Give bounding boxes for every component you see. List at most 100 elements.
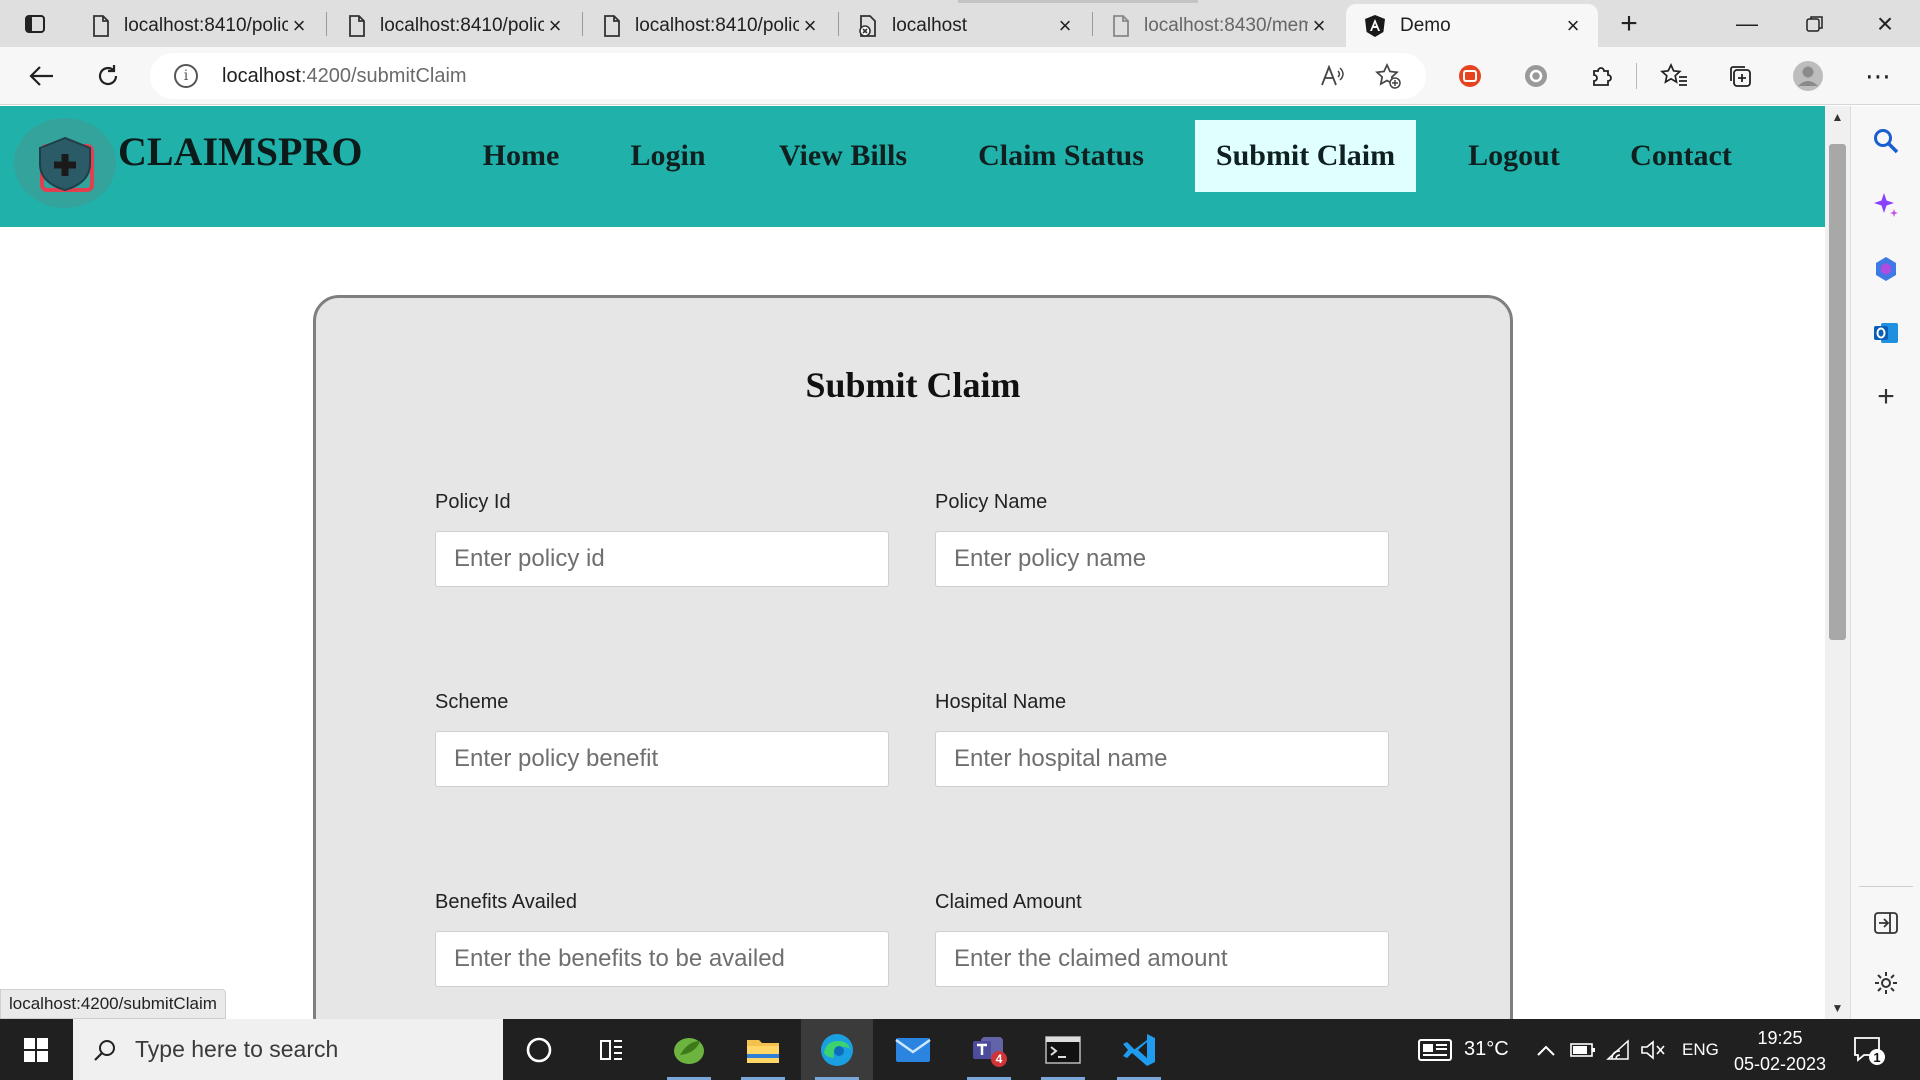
show-hidden-icons[interactable] <box>1536 1019 1556 1080</box>
scheme-input[interactable] <box>435 731 889 787</box>
wifi-icon[interactable] <box>1606 1019 1630 1080</box>
browser-tab[interactable]: localhost:8410/policy × <box>330 4 580 47</box>
scrollbar-thumb[interactable] <box>1829 144 1846 640</box>
claimspro-logo-icon[interactable] <box>14 118 116 208</box>
terminal-icon[interactable] <box>1027 1019 1099 1080</box>
windows-start-icon[interactable] <box>10 1019 62 1080</box>
weather-temp: 31°C <box>1464 1038 1509 1060</box>
hospital-name-input[interactable] <box>935 731 1389 787</box>
address-url[interactable]: localhost:4200/submitClaim <box>222 65 467 88</box>
add-icon[interactable]: + <box>1865 376 1907 418</box>
volume-muted-icon[interactable] <box>1640 1019 1666 1080</box>
claimed-amount-label: Claimed Amount <box>935 891 1082 913</box>
extension-red-icon[interactable] <box>1450 56 1490 96</box>
scheme-label: Scheme <box>435 691 509 713</box>
close-window-icon[interactable]: × <box>1852 0 1918 47</box>
battery-icon[interactable] <box>1570 1019 1596 1080</box>
office-icon[interactable] <box>1865 248 1907 290</box>
new-tab-icon[interactable]: + <box>1612 7 1646 40</box>
refresh-icon[interactable] <box>88 56 128 96</box>
page-icon <box>604 14 620 37</box>
page-scrollbar[interactable]: ▲ ▼ <box>1825 106 1850 1019</box>
scroll-down-icon[interactable]: ▼ <box>1825 997 1850 1019</box>
taskbar-search-placeholder: Type here to search <box>135 1036 339 1062</box>
more-icon[interactable]: ⋯ <box>1858 56 1898 96</box>
read-aloud-icon[interactable] <box>1316 61 1348 91</box>
close-icon[interactable]: × <box>288 13 310 38</box>
search-icon[interactable] <box>1865 120 1907 162</box>
tab-divider <box>582 12 583 36</box>
spring-tool-icon[interactable] <box>653 1019 725 1080</box>
nav-view-bills[interactable]: View Bills <box>764 120 922 192</box>
back-icon[interactable] <box>22 56 62 96</box>
submit-claim-form: Submit Claim Policy Id Policy Name Schem… <box>313 295 1513 1019</box>
browser-tab[interactable]: localhost:8410/policy × <box>585 4 835 47</box>
settings-icon[interactable] <box>1865 962 1907 1004</box>
close-icon[interactable]: × <box>1054 13 1076 38</box>
mail-icon[interactable] <box>877 1019 949 1080</box>
close-icon[interactable]: × <box>1562 13 1584 38</box>
cortana-icon[interactable] <box>503 1019 575 1080</box>
claimed-amount-input[interactable] <box>935 931 1389 987</box>
taskbar-clock[interactable]: 19:25 05-02-2023 <box>1730 1025 1830 1077</box>
file-explorer-icon[interactable] <box>727 1019 799 1080</box>
tab-title: localhost:8410/policy <box>124 14 288 36</box>
search-icon <box>94 1039 115 1061</box>
status-bar-url: localhost:4200/submitClaim <box>0 989 226 1019</box>
browser-tab-strip: localhost:8410/policy × localhost:8410/p… <box>0 0 1920 47</box>
scroll-up-icon[interactable]: ▲ <box>1825 106 1850 128</box>
news-icon <box>1418 1038 1452 1061</box>
tab-divider <box>326 12 327 36</box>
site-info-icon[interactable]: i <box>174 64 198 88</box>
sidebar-divider <box>1859 886 1913 887</box>
tab-divider <box>1092 12 1093 36</box>
extensions-icon[interactable] <box>1582 56 1622 96</box>
favorites-icon[interactable] <box>1654 56 1694 96</box>
close-icon[interactable]: × <box>544 13 566 38</box>
close-icon[interactable]: × <box>799 13 821 38</box>
browser-tab[interactable]: localhost:8430/member × <box>1094 4 1344 47</box>
nav-claim-status[interactable]: Claim Status <box>966 120 1156 192</box>
policy-id-input[interactable] <box>435 531 889 587</box>
app-navbar: CLAIMSPRO Home Login View Bills Claim St… <box>0 106 1825 227</box>
nav-login[interactable]: Login <box>612 120 724 192</box>
copilot-icon[interactable] <box>1865 184 1907 226</box>
clock-date: 05-02-2023 <box>1733 1054 1827 1074</box>
sidebar-toggle-icon[interactable] <box>1865 902 1907 944</box>
browser-tab[interactable]: localhost × <box>840 4 1090 47</box>
collections-icon[interactable] <box>1720 56 1760 96</box>
brand-name[interactable]: CLAIMSPRO <box>118 128 362 175</box>
benefits-availed-input[interactable] <box>435 931 889 987</box>
browser-toolbar: i localhost:4200/submitClaim ⋯ <box>0 47 1920 105</box>
edge-icon[interactable] <box>801 1019 873 1080</box>
close-icon[interactable]: × <box>1308 13 1330 38</box>
page-icon <box>349 14 365 37</box>
url-host: localhost <box>222 65 301 87</box>
profile-icon[interactable] <box>1788 56 1828 96</box>
nav-submit-claim[interactable]: Submit Claim <box>1195 120 1416 192</box>
notification-count: 1 <box>1873 1050 1880 1065</box>
minimize-icon[interactable]: — <box>1714 0 1780 47</box>
address-bar[interactable]: i localhost:4200/submitClaim <box>150 53 1426 99</box>
task-view-icon[interactable] <box>575 1019 647 1080</box>
taskbar-search-box[interactable]: Type here to search <box>73 1019 503 1080</box>
tab-actions-icon[interactable] <box>14 8 56 40</box>
policy-name-input[interactable] <box>935 531 1389 587</box>
notifications-icon[interactable]: 1 <box>1852 1019 1886 1080</box>
extension-gear-icon[interactable] <box>1516 56 1556 96</box>
tab-title: localhost:8410/policy <box>635 14 799 36</box>
teams-icon[interactable]: 4 <box>953 1019 1025 1080</box>
restore-icon[interactable] <box>1782 0 1848 47</box>
nav-home[interactable]: Home <box>466 120 576 192</box>
vscode-icon[interactable] <box>1103 1019 1175 1080</box>
outlook-icon[interactable] <box>1865 312 1907 354</box>
browser-tab[interactable]: localhost:8410/policy × <box>74 4 324 47</box>
input-language[interactable]: ENG <box>1682 1019 1719 1080</box>
tab-title: localhost <box>892 14 967 36</box>
weather-widget[interactable]: 31°C <box>1418 1019 1509 1080</box>
nav-contact[interactable]: Contact <box>1612 120 1750 192</box>
add-favorite-icon[interactable] <box>1372 61 1404 91</box>
edge-sidebar: + <box>1850 106 1920 1019</box>
browser-tab-active[interactable]: Demo × <box>1346 4 1598 47</box>
nav-logout[interactable]: Logout <box>1456 120 1572 192</box>
